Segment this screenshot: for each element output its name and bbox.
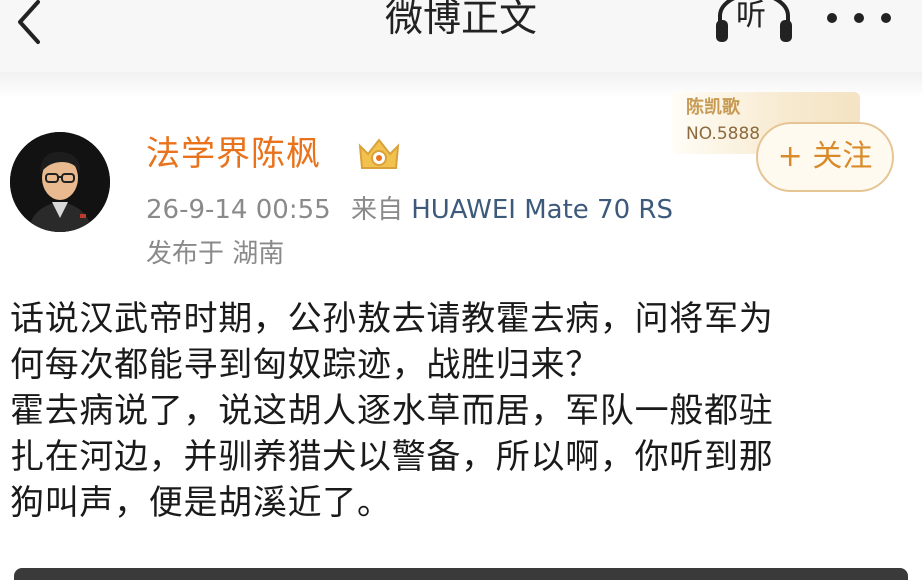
location-prefix: 发布于 [146, 239, 225, 269]
fan-badge-number: NO.5888 [686, 124, 761, 144]
top-nav-bar: 微博正文 听 [0, 0, 922, 72]
location-line: 发布于 湖南 [146, 236, 284, 272]
post-text-line: 狗叫声，便是胡溪近了。 [10, 483, 392, 523]
post-text-line: 扎在河边，并驯养猎犬以警备，所以啊，你听到那 [10, 437, 774, 477]
more-options-icon[interactable] [824, 8, 894, 28]
listen-button[interactable]: 听 [712, 0, 796, 44]
post-text-line: 话说汉武帝时期，公孙敖去请教霍去病，问将军为 [10, 299, 774, 339]
post-meta: 26-9-14 00:55 来自 HUAWEI Mate 70 RS [146, 192, 673, 228]
source-device[interactable]: HUAWEI Mate 70 RS [411, 195, 673, 225]
post-text-line: 霍去病说了，说这胡人逐水草而居，军队一般都驻 [10, 391, 774, 431]
attached-image-top[interactable] [14, 568, 908, 580]
avatar[interactable] [10, 132, 110, 232]
follow-button[interactable]: + 关注 [756, 122, 894, 192]
author-name[interactable]: 法学界陈枫 [146, 132, 321, 176]
listen-label: 听 [736, 0, 766, 33]
location-value: 湖南 [232, 239, 285, 269]
avatar-portrait-icon [10, 132, 110, 232]
source-prefix: 来自 [350, 195, 403, 225]
post-text-line: 何每次都能寻到匈奴踪迹，战胜归来？ [10, 345, 600, 385]
fan-badge-name: 陈凯歌 [686, 97, 740, 118]
post-content: 话说汉武帝时期，公孙敖去请教霍去病，问将军为 何每次都能寻到匈奴踪迹，战胜归来？… [10, 296, 915, 526]
post-datetime: 26-9-14 00:55 [146, 195, 331, 225]
vip-crown-badge-icon[interactable] [354, 134, 404, 174]
